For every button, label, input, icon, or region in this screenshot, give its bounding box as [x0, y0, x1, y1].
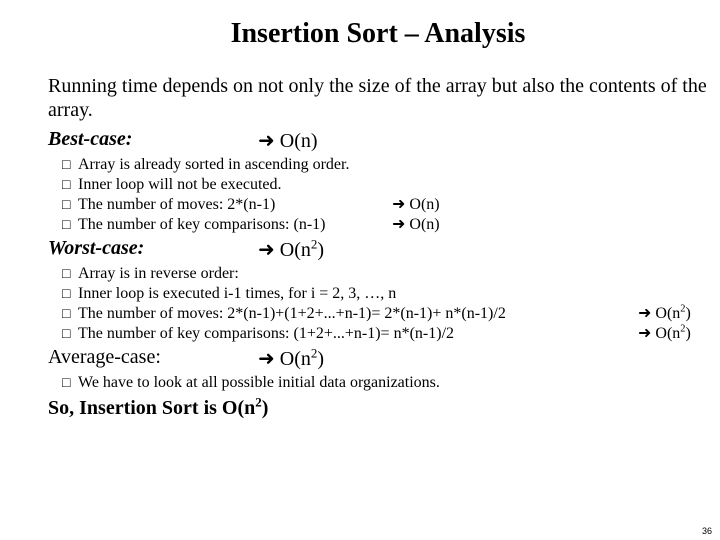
- bullet-text: The number of key comparisons: (1+2+...+…: [78, 324, 638, 344]
- bullet-text: Inner loop will not be executed.: [78, 175, 392, 195]
- bullet-bigO: O(n): [409, 196, 439, 213]
- bullet-row: □ The number of key comparisons: (1+2+..…: [62, 324, 708, 344]
- bullet-row: □ Inner loop is executed i-1 times, for …: [62, 284, 708, 304]
- bullet-bigO-close: ): [686, 305, 691, 322]
- box-icon: □: [62, 156, 78, 174]
- bullet-bigO-close: ): [686, 325, 691, 342]
- worst-case-bullets: □ Array is in reverse order: □ Inner loo…: [62, 264, 708, 344]
- box-icon: □: [62, 325, 78, 343]
- bullet-text: Array is in reverse order:: [78, 264, 638, 284]
- box-icon: □: [62, 305, 78, 323]
- worst-case-row: Worst-case: ➜ O(n2): [48, 237, 708, 262]
- avg-case-bigO-base: O(n: [280, 348, 311, 370]
- bullet-bigO-base: O(n: [655, 305, 680, 322]
- bullet-text: The number of key comparisons: (n-1): [78, 215, 392, 235]
- bullet-bigO-base: O(n: [655, 325, 680, 342]
- worst-case-label: Worst-case:: [48, 237, 258, 262]
- arrow-icon: ➜: [258, 348, 275, 370]
- worst-case-bigO-close: ): [317, 239, 324, 261]
- arrow-icon: ➜: [638, 305, 651, 322]
- avg-case-label: Average-case:: [48, 346, 258, 371]
- bullet-row: □ The number of key comparisons: (n-1) ➜…: [62, 215, 708, 235]
- avg-case-bigO-close: ): [317, 348, 324, 370]
- bullet-text: Array is already sorted in ascending ord…: [78, 155, 392, 175]
- bullet-complexity: ➜ O(n): [392, 195, 440, 215]
- bullet-row: □ Array is already sorted in ascending o…: [62, 155, 708, 175]
- arrow-icon: ➜: [258, 239, 275, 261]
- conclusion: So, Insertion Sort is O(n2): [48, 397, 708, 420]
- box-icon: □: [62, 374, 78, 392]
- box-icon: □: [62, 196, 78, 214]
- page-number: 36: [702, 526, 712, 536]
- bullet-complexity: ➜ O(n): [392, 215, 440, 235]
- arrow-icon: ➜: [392, 196, 405, 213]
- box-icon: □: [62, 216, 78, 234]
- best-case-row: Best-case: ➜ O(n): [48, 128, 708, 153]
- bullet-row: □ Array is in reverse order:: [62, 264, 708, 284]
- bullet-text: The number of moves: 2*(n-1)+(1+2+...+n-…: [78, 304, 638, 324]
- worst-case-bigO-base: O(n: [280, 239, 311, 261]
- page-title: Insertion Sort – Analysis: [48, 18, 708, 50]
- bullet-row: □ We have to look at all possible initia…: [62, 373, 708, 393]
- box-icon: □: [62, 285, 78, 303]
- bullet-row: □ The number of moves: 2*(n-1)+(1+2+...+…: [62, 304, 708, 324]
- bullet-complexity: ➜ O(n2): [638, 324, 691, 344]
- bullet-row: □ The number of moves: 2*(n-1) ➜ O(n): [62, 195, 708, 215]
- avg-case-complexity: ➜ O(n2): [258, 346, 324, 371]
- best-case-complexity: ➜ O(n): [258, 128, 318, 153]
- best-case-bigO: O(n): [280, 130, 318, 152]
- avg-case-bullets: □ We have to look at all possible initia…: [62, 373, 708, 393]
- conclusion-prefix: So, Insertion Sort is O(n: [48, 397, 255, 419]
- conclusion-close: ): [262, 397, 269, 419]
- arrow-icon: ➜: [638, 325, 651, 342]
- avg-case-row: Average-case: ➜ O(n2): [48, 346, 708, 371]
- bullet-row: □ Inner loop will not be executed.: [62, 175, 708, 195]
- box-icon: □: [62, 176, 78, 194]
- bullet-complexity: ➜ O(n2): [638, 304, 691, 324]
- arrow-icon: ➜: [392, 216, 405, 233]
- bullet-bigO: O(n): [409, 216, 439, 233]
- best-case-label: Best-case:: [48, 128, 258, 153]
- worst-case-complexity: ➜ O(n2): [258, 237, 324, 262]
- arrow-icon: ➜: [258, 130, 275, 152]
- box-icon: □: [62, 265, 78, 283]
- intro-text: Running time depends on not only the siz…: [48, 74, 708, 122]
- bullet-text: We have to look at all possible initial …: [78, 373, 638, 393]
- bullet-text: Inner loop is executed i-1 times, for i …: [78, 284, 638, 304]
- bullet-text: The number of moves: 2*(n-1): [78, 195, 392, 215]
- best-case-bullets: □ Array is already sorted in ascending o…: [62, 155, 708, 235]
